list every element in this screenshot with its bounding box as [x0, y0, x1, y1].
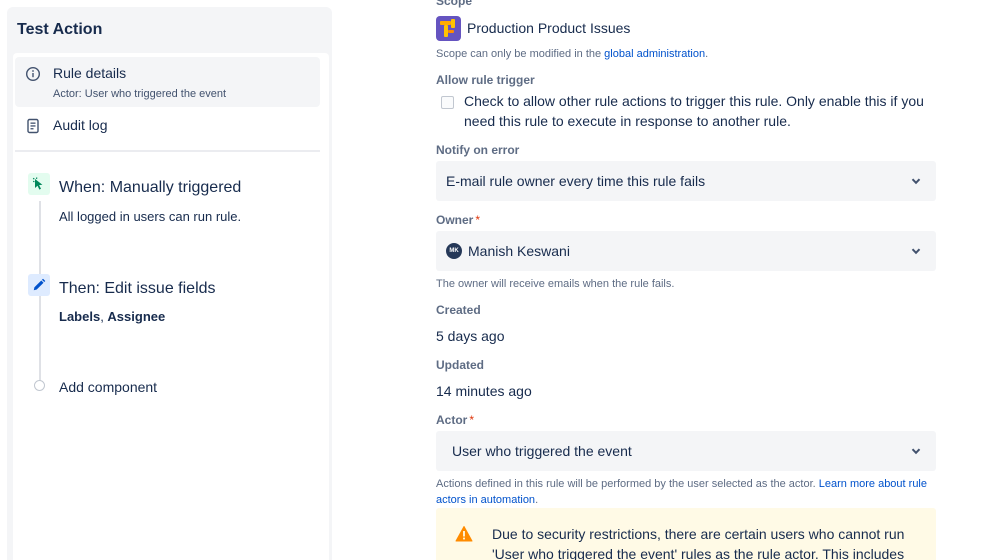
project-avatar-icon — [436, 15, 461, 41]
trigger-step-title[interactable]: When: Manually triggered — [59, 179, 241, 197]
rule-title: Test Action — [17, 21, 103, 38]
scope-project-name: Production Product Issues — [467, 20, 631, 36]
field-labels: Labels — [59, 309, 101, 324]
actor-select[interactable]: User who triggered the event — [436, 431, 936, 471]
scope-help: Scope can only be modified in the global… — [436, 46, 708, 62]
chevron-down-icon — [911, 448, 921, 455]
owner-select[interactable]: MK Manish Keswani — [436, 231, 936, 271]
scope-help-text: Scope can only be modified in the — [436, 48, 605, 60]
sidebar-divider — [15, 150, 320, 152]
allow-trigger-label: Allow rule trigger — [436, 73, 535, 87]
warning-icon — [455, 526, 473, 542]
rule-details-actor: Actor: User who triggered the event — [53, 88, 227, 100]
trigger-step-desc: All logged in users can run rule. — [59, 209, 242, 224]
actor-value: User who triggered the event — [452, 443, 632, 459]
owner-required-mark: * — [475, 213, 481, 227]
action-step-fields: Labels, Assignee — [59, 309, 165, 324]
owner-label: Owner * — [436, 213, 480, 227]
info-icon — [25, 66, 41, 82]
owner-label-text: Owner — [436, 213, 474, 227]
owner-value: Manish Keswani — [468, 243, 570, 259]
field-assignee: Assignee — [107, 309, 166, 324]
rule-details-label: Rule details — [53, 65, 127, 81]
rule-details-nav[interactable]: Rule details Actor: User who triggered t… — [15, 57, 320, 107]
updated-label: Updated — [436, 358, 484, 372]
add-component-dot[interactable] — [34, 380, 45, 391]
document-icon — [27, 118, 39, 134]
scope-row: Production Product Issues — [436, 15, 630, 41]
pencil-icon — [33, 278, 46, 291]
created-label: Created — [436, 303, 481, 317]
created-value: 5 days ago — [436, 328, 505, 344]
warning-text: Due to security restrictions, there are … — [492, 526, 905, 560]
updated-value: 14 minutes ago — [436, 383, 532, 399]
actor-required-mark: * — [469, 413, 475, 427]
add-component-link[interactable]: Add component — [59, 379, 157, 395]
action-step-icon — [28, 274, 50, 296]
global-admin-link[interactable]: global administration — [604, 48, 705, 60]
chevron-down-icon — [911, 178, 921, 185]
chevron-down-icon — [911, 248, 921, 255]
allow-trigger-text: Check to allow other rule actions to tri… — [464, 93, 924, 129]
rule-components-card: Rule details Actor: User who triggered t… — [13, 53, 329, 560]
audit-log-label: Audit log — [53, 117, 108, 133]
audit-log-nav[interactable]: Audit log — [15, 111, 320, 141]
actor-label: Actor * — [436, 413, 474, 427]
notify-value: E-mail rule owner every time this rule f… — [446, 173, 706, 189]
notify-select[interactable]: E-mail rule owner every time this rule f… — [436, 161, 936, 201]
owner-help: The owner will receive emails when the r… — [436, 278, 675, 290]
trigger-step-icon — [28, 173, 50, 195]
notify-label: Notify on error — [436, 143, 520, 157]
cursor-click-icon — [32, 177, 43, 190]
scope-help-suffix: . — [705, 48, 709, 60]
actor-help-text: Actions defined in this rule will be per… — [436, 478, 819, 490]
owner-avatar: MK — [446, 243, 462, 259]
allow-trigger-checkbox[interactable] — [441, 96, 454, 109]
rule-sidebar: Test Action Rule details Actor: User who… — [7, 7, 332, 560]
action-step-title[interactable]: Then: Edit issue fields — [59, 280, 216, 298]
actor-label-text: Actor — [436, 413, 468, 427]
actor-help: Actions defined in this rule will be per… — [436, 476, 936, 508]
actor-help-suffix: . — [535, 494, 539, 506]
scope-label: Scope — [436, 0, 473, 8]
security-warning: Due to security restrictions, there are … — [436, 508, 936, 560]
